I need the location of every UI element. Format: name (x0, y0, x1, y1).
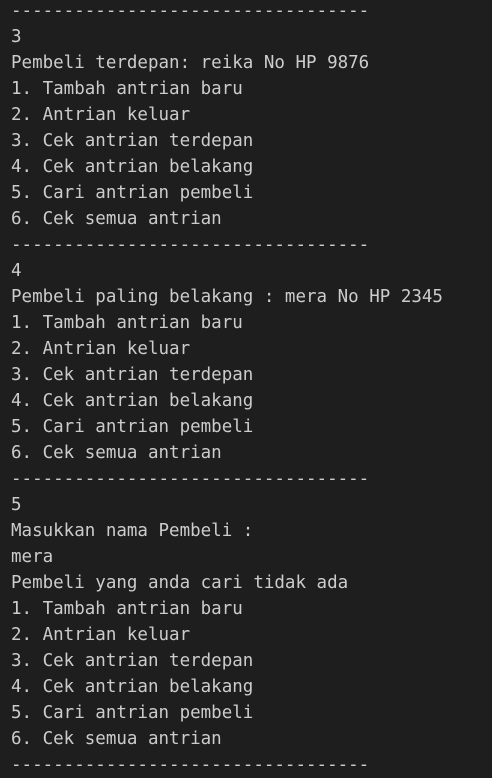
user-input-line: 4 (11, 261, 22, 281)
output-line: Pembeli yang anda cari tidak ada (11, 573, 349, 593)
separator-line: ---------------------------------- (11, 235, 370, 255)
menu-item: 2. Antrian keluar (11, 105, 191, 125)
menu-item: 3. Cek antrian terdepan (11, 131, 254, 151)
separator-line: ---------------------------------- (11, 1, 370, 21)
menu-item: 1. Tambah antrian baru (11, 313, 243, 333)
menu-item: 6. Cek semua antrian (11, 443, 222, 463)
menu-item: 2. Antrian keluar (11, 339, 191, 359)
prompt-line: Masukkan nama Pembeli : (11, 521, 254, 541)
menu-item: 1. Tambah antrian baru (11, 79, 243, 99)
separator-line: ---------------------------------- (11, 755, 370, 775)
output-line: Pembeli terdepan: reika No HP 9876 (11, 53, 370, 73)
output-line: Pembeli paling belakang : mera No HP 234… (11, 287, 443, 307)
menu-item: 6. Cek semua antrian (11, 729, 222, 749)
user-input-line: 5 (11, 495, 22, 515)
separator-line: ---------------------------------- (11, 469, 370, 489)
menu-item: 1. Tambah antrian baru (11, 599, 243, 619)
terminal-output: ---------------------------------- 3 Pem… (0, 0, 492, 775)
menu-item: 3. Cek antrian terdepan (11, 365, 254, 385)
user-input-line: mera (11, 547, 54, 567)
menu-item: 5. Cari antrian pembeli (11, 417, 254, 437)
menu-item: 5. Cari antrian pembeli (11, 703, 254, 723)
menu-item: 4. Cek antrian belakang (11, 677, 254, 697)
user-input-line: 3 (11, 27, 22, 47)
menu-item: 4. Cek antrian belakang (11, 391, 254, 411)
menu-item: 2. Antrian keluar (11, 625, 191, 645)
menu-item: 4. Cek antrian belakang (11, 157, 254, 177)
menu-item: 5. Cari antrian pembeli (11, 183, 254, 203)
menu-item: 3. Cek antrian terdepan (11, 651, 254, 671)
menu-item: 6. Cek semua antrian (11, 209, 222, 229)
